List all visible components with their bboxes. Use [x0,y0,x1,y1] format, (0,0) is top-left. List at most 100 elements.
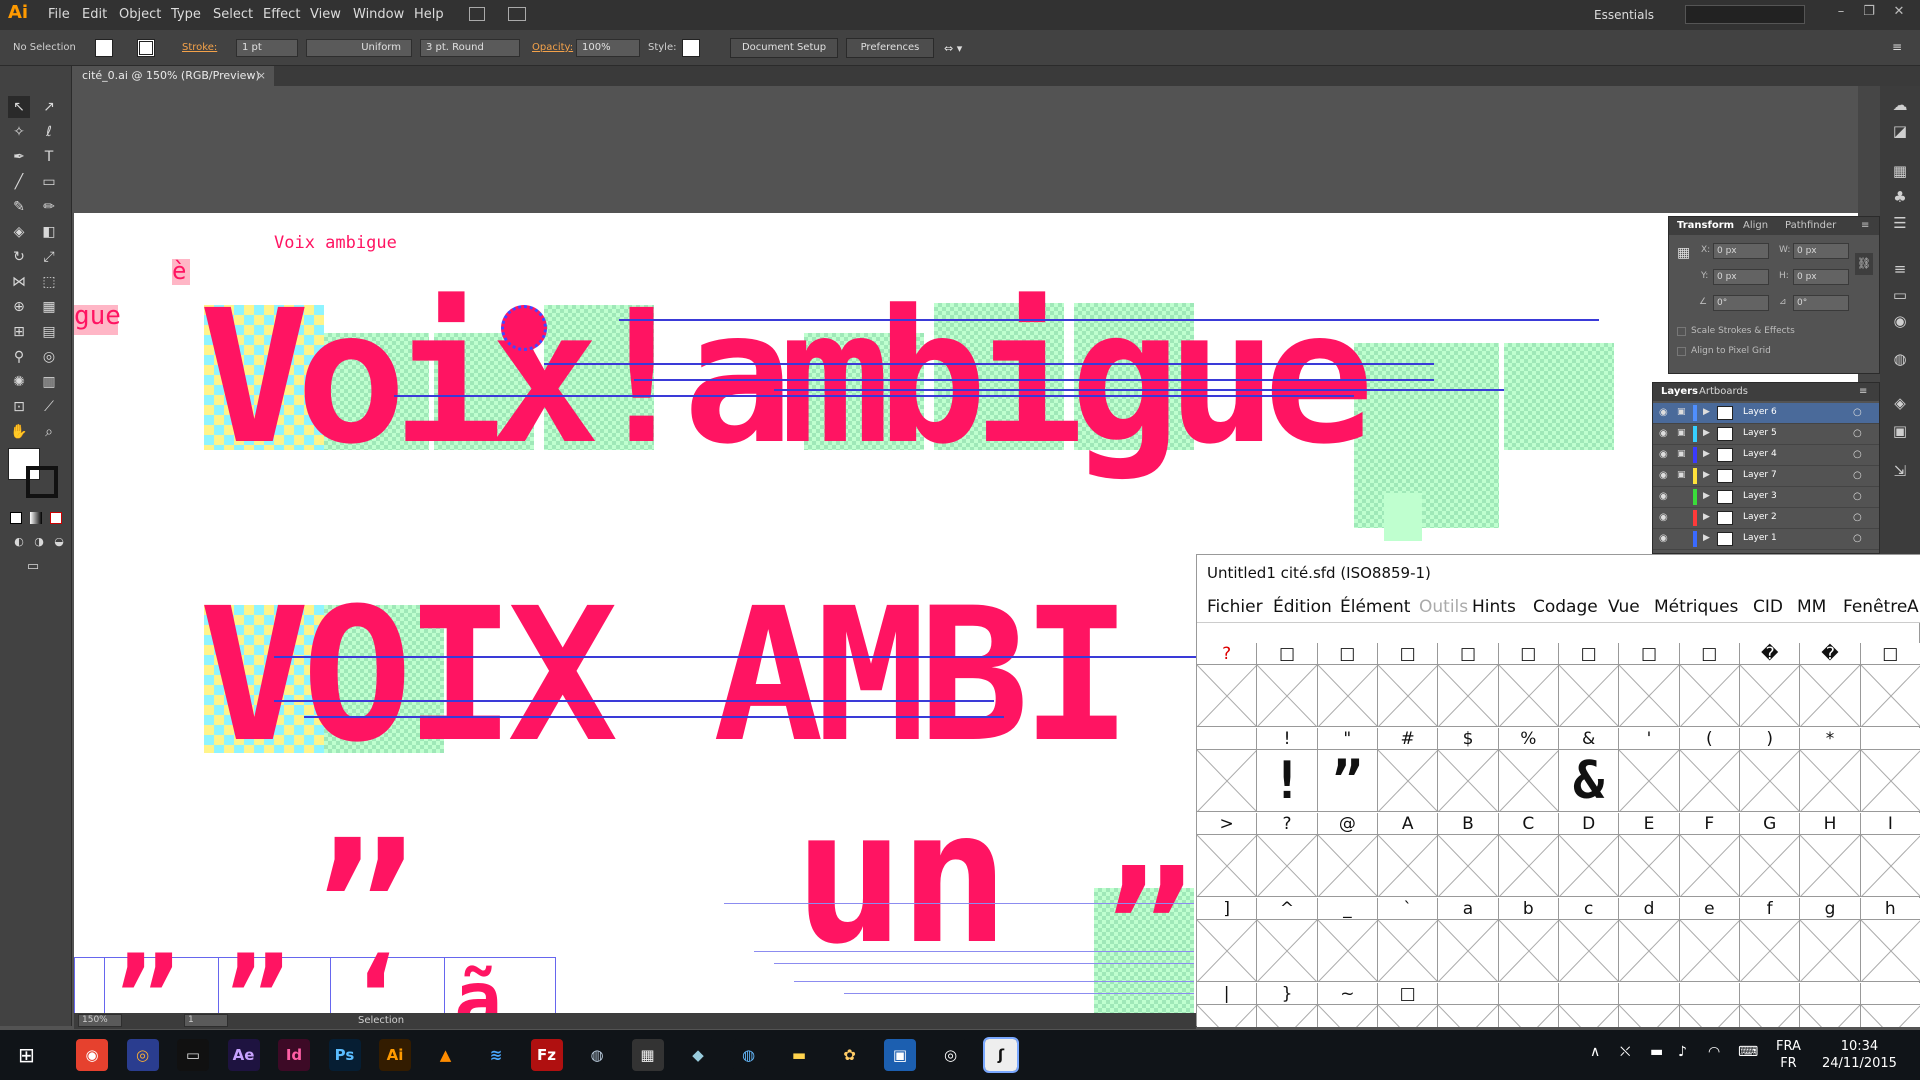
zoom-tool-icon[interactable]: ⌕ [38,421,60,443]
lock-icon[interactable]: ▣ [1677,470,1686,480]
target-circle-icon[interactable]: ○ [1853,449,1862,460]
glyph-header[interactable]: ` [1378,898,1439,920]
glyph-cell[interactable] [1498,1005,1559,1027]
arrange-icon[interactable]: ⇔ ▾ [944,42,962,55]
volume-icon[interactable]: ♪ [1678,1044,1687,1060]
glyph-header[interactable] [1740,983,1801,1005]
taskbar-notes-icon[interactable]: ◆ [682,1039,714,1071]
expand-triangle-icon[interactable]: ▶ [1703,491,1710,501]
wifi-icon[interactable]: ◠ [1708,1044,1720,1060]
target-circle-icon[interactable]: ○ [1853,491,1862,502]
menu-type[interactable]: Type [171,7,201,22]
document-tab[interactable]: cité_0.ai @ 150% (RGB/Preview) × [74,66,274,86]
visibility-eye-icon[interactable]: ◉ [1659,512,1668,523]
target-circle-icon[interactable]: ○ [1853,407,1862,418]
glyph-cell[interactable] [1800,750,1861,812]
glyph-cell[interactable] [1498,750,1559,812]
glyph-cell[interactable] [1257,665,1318,727]
layer-name[interactable]: Layer 6 [1743,407,1777,417]
glyph-cell[interactable] [1619,665,1680,727]
pencil-tool-icon[interactable]: ✏ [38,196,60,218]
brushes-icon[interactable]: ▦ [1890,162,1910,182]
artboards-panel-icon[interactable]: ▣ [1890,422,1910,442]
tab-pathfinder[interactable]: Pathfinder [1785,220,1836,231]
tab-transform[interactable]: Transform [1677,220,1734,231]
none-mode-icon[interactable] [50,512,62,524]
ff-menu-codage[interactable]: Codage [1533,597,1598,617]
ff-menu-vue[interactable]: Vue [1608,597,1640,617]
taskbar-tool-icon[interactable]: ◍ [732,1039,765,1071]
symbol-sprayer-tool-icon[interactable]: ✺ [8,371,30,393]
selected-dot[interactable] [501,305,547,351]
ff-menu-outils[interactable]: Outils [1419,597,1468,617]
glyph-cell[interactable] [1679,920,1740,982]
preferences-button[interactable]: Preferences [846,38,934,58]
expand-triangle-icon[interactable]: ▶ [1703,470,1710,480]
reference-point-icon[interactable]: ▦ [1677,245,1693,261]
visibility-eye-icon[interactable]: ◉ [1659,533,1668,544]
taskbar-fz-icon[interactable]: Fz [530,1039,563,1071]
direct-selection-tool-icon[interactable]: ↗ [38,96,60,118]
expand-triangle-icon[interactable]: ▶ [1703,533,1710,543]
glyph-header[interactable]: " [1317,728,1378,750]
color-guide-icon[interactable]: ☁ [1890,96,1910,116]
variable-width-profile[interactable]: Uniform [306,39,412,57]
glyph-cell[interactable] [1257,920,1318,982]
taskbar-calc-icon[interactable]: ▦ [631,1039,664,1071]
draw-normal-icon[interactable]: ◐ [8,531,30,553]
glyph-header[interactable] [1438,983,1499,1005]
screen-mode-icon[interactable]: ▭ [22,556,44,578]
glyph-header[interactable] [1800,983,1861,1005]
taskbar-ai-icon[interactable]: Ai [379,1039,411,1071]
menu-object[interactable]: Object [119,7,161,22]
stroke-color-icon[interactable] [26,466,58,498]
visibility-eye-icon[interactable]: ◉ [1659,428,1668,439]
glyph-header[interactable]: f [1740,898,1801,920]
glyph-header[interactable]: } [1257,983,1318,1005]
glyph-cell[interactable] [1619,750,1680,812]
glyph-cell[interactable] [1197,920,1258,982]
scale-strokes-checkbox[interactable] [1677,327,1686,336]
pen-tool-icon[interactable]: ✒ [8,146,30,168]
glyph-cell[interactable] [1679,1005,1740,1027]
glyph-header[interactable]: □ [1317,643,1378,665]
taskbar-steam-icon[interactable]: ◍ [581,1039,613,1071]
menu-file[interactable]: File [48,7,70,22]
language-indicator[interactable]: FRA FR [1776,1038,1801,1072]
close-icon[interactable]: ✕ [1886,4,1912,22]
glyph-header[interactable]: @ [1317,813,1378,835]
tab-align[interactable]: Align [1743,220,1768,231]
glyph-cell[interactable] [1860,835,1920,897]
glyph-header[interactable]: _ [1317,898,1378,920]
layer-name[interactable]: Layer 2 [1743,512,1777,522]
glyph-cell[interactable] [1197,1005,1258,1027]
glyph-cell[interactable] [1860,920,1920,982]
glyph-header[interactable] [1679,983,1740,1005]
glyph-cell[interactable] [1619,1005,1680,1027]
glyph-cell[interactable]: ! [1257,750,1318,812]
eyedropper-tool-icon[interactable]: ⚲ [8,346,30,368]
glyph-cell[interactable] [1317,1005,1378,1027]
appearance-icon[interactable]: ◍ [1890,350,1910,370]
draw-behind-icon[interactable]: ◑ [28,531,50,553]
visibility-eye-icon[interactable]: ◉ [1659,470,1668,481]
layer-name[interactable]: Layer 4 [1743,449,1777,459]
glyph-header[interactable] [1619,983,1680,1005]
graphic-style-swatch[interactable] [682,39,700,57]
taskbar-vlc-icon[interactable]: ▲ [429,1039,462,1071]
lasso-tool-icon[interactable]: ℓ [38,121,60,143]
glyph-header[interactable]: □ [1378,643,1439,665]
taskbar-folder-icon[interactable]: ▬ [783,1039,815,1071]
rotate-field[interactable]: 0° [1713,295,1769,311]
hand-tool-icon[interactable]: ✋ [8,421,30,443]
constrain-proportions-icon[interactable]: ⛓ [1855,253,1873,275]
glyph-cell[interactable] [1257,1005,1318,1027]
fill-swatch[interactable] [95,39,113,57]
export-icon[interactable]: ⇲ [1890,462,1910,482]
perspective-grid-tool-icon[interactable]: ▦ [38,296,60,318]
glyph-header[interactable]: e [1679,898,1740,920]
menu-window[interactable]: Window [353,7,404,22]
minimize-icon[interactable]: – [1828,4,1854,22]
panel-menu-icon[interactable]: ≡ [1892,40,1902,54]
type-tool-icon[interactable]: T [38,146,60,168]
